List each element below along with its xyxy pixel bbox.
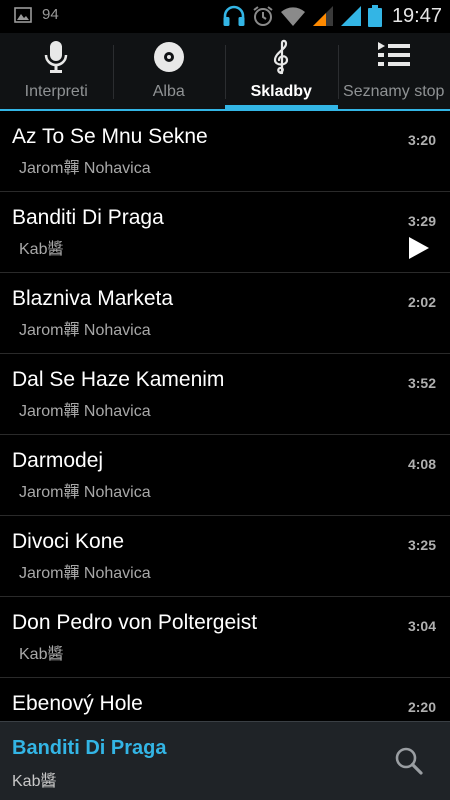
clock: 19:47 <box>391 4 442 27</box>
song-artist: Jarom韗 Nohavica <box>19 565 151 582</box>
song-row[interactable]: Darmodej Jarom韗 Nohavica 4:08 <box>0 435 450 516</box>
song-duration: 2:02 <box>407 294 436 310</box>
tab-seznamy-stop[interactable]: Seznamy stop <box>337 33 450 109</box>
image-icon <box>14 6 32 23</box>
tab-bar: Interpreti Alba Skladby Seznamy stop <box>0 33 450 111</box>
song-row[interactable]: Dal Se Haze Kamenim Jarom韗 Nohavica 3:52 <box>0 354 450 435</box>
notification-count: 94 <box>42 6 59 23</box>
song-artist: Jarom韗 Nohavica <box>19 322 151 339</box>
song-duration: 3:20 <box>407 132 436 148</box>
song-list[interactable]: Az To Se Mnu Sekne Jarom韗 Nohavica 3:20 … <box>0 111 450 721</box>
tab-interpreti[interactable]: Interpreti <box>0 33 113 109</box>
microphone-icon <box>45 41 68 73</box>
now-playing-title[interactable]: Banditi Di Praga <box>12 737 166 760</box>
playlist-icon <box>377 42 410 66</box>
song-row[interactable]: Blazniva Marketa Jarom韗 Nohavica 2:02 <box>0 273 450 354</box>
play-indicator-icon <box>409 237 429 259</box>
alarm-icon <box>253 6 273 26</box>
headphones-icon <box>223 5 245 26</box>
tab-label-skladby: Skladby <box>250 83 312 100</box>
song-artist: Kab醬 <box>19 241 64 258</box>
song-row[interactable]: Ebenový Hole 2:20 <box>0 678 450 721</box>
signal-icon-1 <box>312 6 333 26</box>
song-artist: Jarom韗 Nohavica <box>19 160 151 177</box>
treble-clef-icon <box>274 39 289 75</box>
song-row[interactable]: Banditi Di Praga Kab醬 3:29 <box>0 192 450 273</box>
song-artist: Jarom韗 Nohavica <box>19 403 151 420</box>
song-title: Banditi Di Praga <box>12 206 164 229</box>
tab-skladby[interactable]: Skladby <box>225 33 338 111</box>
song-duration: 4:08 <box>407 456 436 472</box>
tab-alba[interactable]: Alba <box>112 33 226 109</box>
song-duration: 3:04 <box>407 618 436 634</box>
tab-label-alba: Alba <box>152 83 185 100</box>
song-title: Blazniva Marketa <box>12 287 174 310</box>
status-right: 19:47 <box>216 4 442 28</box>
song-row[interactable]: Don Pedro von Poltergeist Kab醬 3:04 <box>0 597 450 678</box>
song-title: Don Pedro von Poltergeist <box>12 611 258 634</box>
status-left: 94 <box>14 6 59 23</box>
song-duration: 2:20 <box>407 699 436 715</box>
song-duration: 3:25 <box>407 537 436 553</box>
signal-icon-2 <box>340 6 361 26</box>
song-duration: 3:29 <box>407 213 436 229</box>
song-title: Darmodej <box>12 449 104 472</box>
song-title: Az To Se Mnu Sekne <box>12 125 208 148</box>
song-artist: Jarom韗 Nohavica <box>19 484 151 501</box>
search-icon[interactable] <box>394 746 424 776</box>
song-row[interactable]: Az To Se Mnu Sekne Jarom韗 Nohavica 3:20 <box>0 111 450 192</box>
song-duration: 3:52 <box>407 375 436 391</box>
song-row[interactable]: Divoci Kone Jarom韗 Nohavica 3:25 <box>0 516 450 597</box>
song-title: Dal Se Haze Kamenim <box>12 368 225 391</box>
disc-icon <box>153 42 184 72</box>
song-title: Ebenový Hole <box>12 692 143 715</box>
status-bar: 94 19:47 <box>0 0 450 33</box>
song-artist: Kab醬 <box>19 646 64 663</box>
wifi-icon <box>280 7 305 26</box>
tab-label-interpreti: Interpreti <box>24 83 88 100</box>
now-playing-bar[interactable]: Banditi Di Praga Kab醬 <box>0 721 450 800</box>
battery-icon <box>367 5 382 27</box>
tab-label-seznamy-stop: Seznamy stop <box>343 83 445 100</box>
song-title: Divoci Kone <box>12 530 125 553</box>
now-playing-artist[interactable]: Kab醬 <box>12 767 56 791</box>
